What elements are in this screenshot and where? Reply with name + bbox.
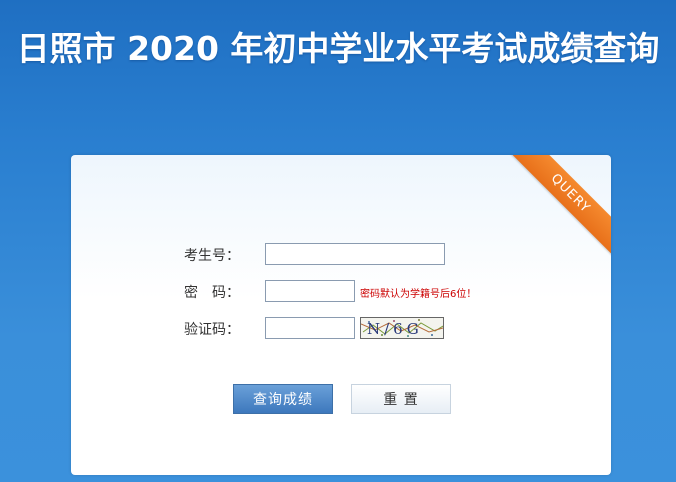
page-title: 日照市 2020 年初中学业水平考试成绩查询 xyxy=(16,29,660,68)
query-ribbon: QUERY xyxy=(507,155,611,257)
password-label: 密 码： xyxy=(184,285,240,301)
exam-id-label: 考生号： xyxy=(184,248,240,264)
password-hint: 密码默认为学籍号后6位！ xyxy=(360,289,477,300)
password-input[interactable] xyxy=(265,280,355,302)
exam-id-input[interactable] xyxy=(265,243,445,265)
captcha-input[interactable] xyxy=(265,317,355,339)
captcha-noise: N/6G xyxy=(361,319,443,338)
captcha-text: N/6G xyxy=(367,320,423,338)
reset-button[interactable]: 重 置 xyxy=(351,384,451,414)
captcha-image[interactable]: N/6G xyxy=(360,317,444,339)
query-score-button[interactable]: 查询成绩 xyxy=(233,384,333,414)
login-panel: QUERY 考生号： 密 码： 密码默认为学籍号后6位！ 验证码： N/6G 查… xyxy=(71,155,611,475)
captcha-label: 验证码： xyxy=(184,322,240,338)
